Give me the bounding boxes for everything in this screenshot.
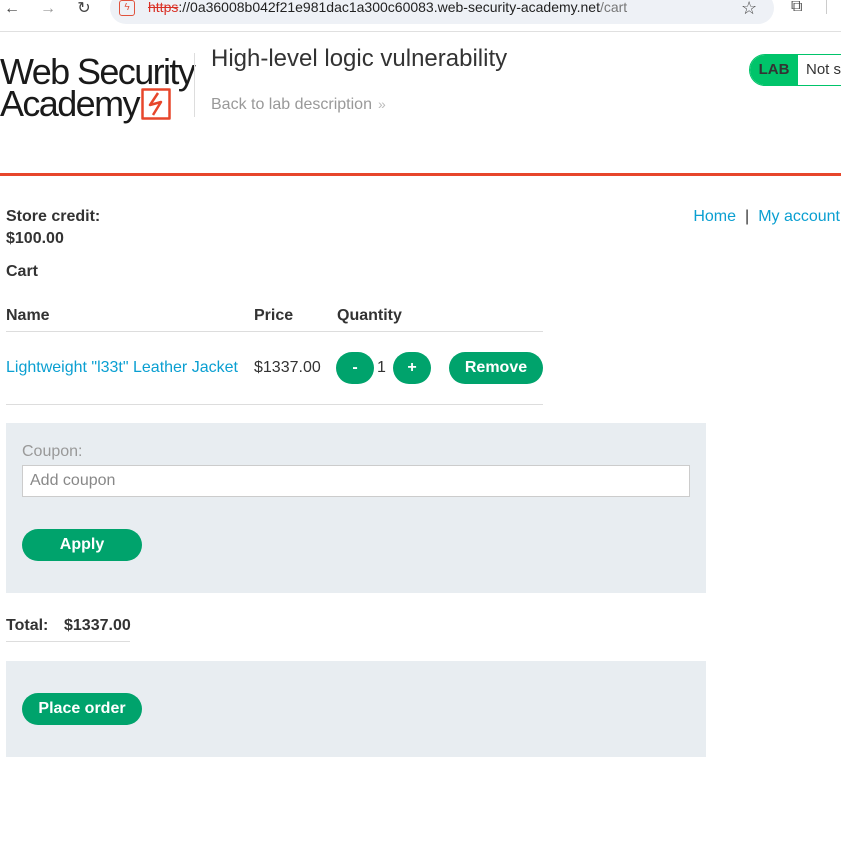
lab-title: High-level logic vulnerability (211, 45, 508, 72)
forward-arrow-icon[interactable]: → (36, 0, 60, 18)
column-header-price: Price (254, 307, 294, 324)
cart-heading: Cart (6, 263, 39, 280)
url-scheme: https (148, 0, 179, 15)
cart-item-name-link[interactable]: Lightweight "l33t" Leather Jacket (6, 359, 238, 377)
lightning-icon (141, 88, 171, 120)
header-accent-rule (0, 173, 841, 176)
nav-my-account-link[interactable]: My account (758, 208, 840, 225)
browser-toolbar: ← → ↻ ϟ https://0a36008b042f21e981dac1a3… (0, 0, 841, 32)
site-info-icon[interactable]: ϟ (119, 0, 135, 16)
toolbar-divider (826, 0, 827, 14)
remove-item-button[interactable]: Remove (449, 352, 543, 384)
total-value: $1337.00 (64, 617, 131, 634)
web-security-academy-logo[interactable]: Web Security Academy (0, 52, 196, 126)
increase-quantity-button[interactable]: + (393, 352, 431, 384)
back-to-lab-description-link[interactable]: Back to lab description » (211, 96, 386, 114)
cart-item-price: $1337.00 (254, 359, 321, 376)
url-path: /cart (599, 0, 628, 15)
url-host: 0a36008b042f21e981dac1a300c60083.web-sec… (190, 0, 600, 15)
coupon-input[interactable] (22, 465, 690, 497)
nav-separator: | (745, 208, 750, 225)
coupon-label: Coupon: (22, 443, 83, 460)
place-order-button[interactable]: Place order (22, 693, 142, 725)
store-credit-label: Store credit: (6, 208, 101, 225)
total-label: Total: (6, 617, 49, 634)
lab-badge-label: LAB (750, 55, 798, 85)
url-text[interactable]: https://0a36008b042f21e981dac1a300c60083… (148, 0, 627, 15)
place-order-panel: Place order (6, 661, 706, 757)
logo-text-line2: Academy (0, 83, 140, 124)
table-rule (6, 404, 543, 405)
nav-home-link[interactable]: Home (693, 208, 736, 225)
double-chevron-right-icon: » (377, 96, 386, 112)
back-link-label: Back to lab description (211, 96, 372, 113)
table-rule (6, 331, 543, 332)
top-navigation: Home | My account (693, 208, 840, 226)
column-header-quantity: Quantity (337, 307, 402, 324)
back-arrow-icon[interactable]: ← (0, 0, 24, 18)
header-divider (194, 53, 195, 117)
address-bar[interactable]: ϟ https://0a36008b042f21e981dac1a300c600… (110, 0, 774, 24)
reload-icon[interactable]: ↻ (72, 0, 96, 18)
decrease-quantity-button[interactable]: - (336, 352, 374, 384)
lab-status-text: Not solved (806, 61, 841, 78)
coupon-panel: Coupon: Apply (6, 423, 706, 593)
store-credit-value: $100.00 (6, 230, 64, 247)
extensions-icon[interactable]: ⧉ (791, 0, 802, 16)
apply-coupon-button[interactable]: Apply (22, 529, 142, 561)
lab-status-badge: LAB Not solved (749, 54, 841, 86)
cart-item-quantity: 1 (377, 359, 386, 376)
column-header-name: Name (6, 307, 50, 324)
url-separator: :// (178, 0, 191, 15)
bookmark-star-icon[interactable]: ☆ (741, 0, 757, 19)
total-rule (6, 641, 130, 642)
